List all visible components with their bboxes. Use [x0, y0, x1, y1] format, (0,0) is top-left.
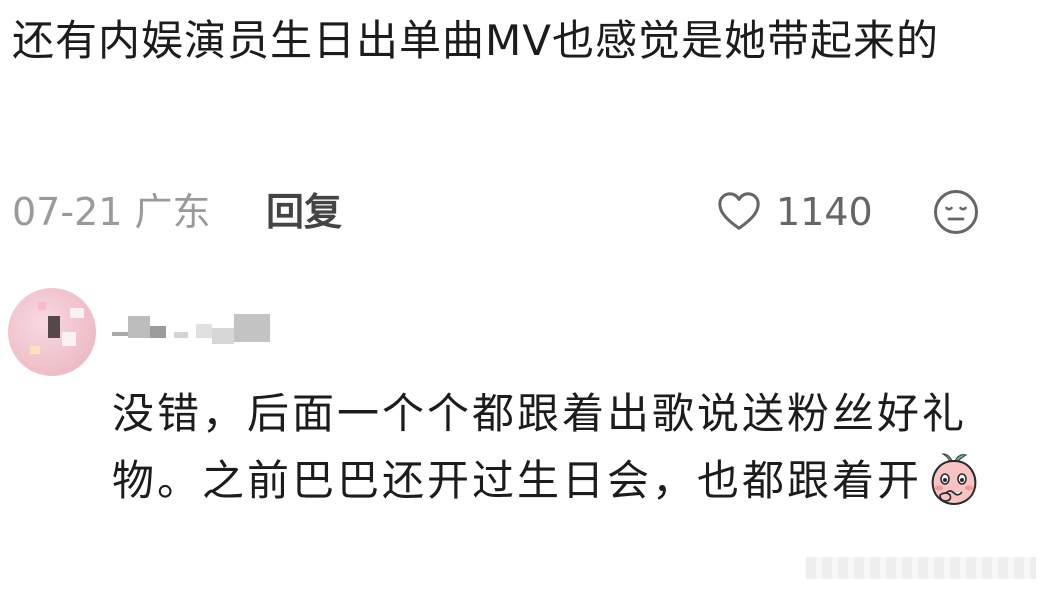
reply: 没错，后面一个个都跟着出歌说送粉丝好礼物。之前巴巴还开过生日会，也都跟着开 — [112, 380, 1012, 514]
neutral-face-icon[interactable] — [932, 188, 980, 236]
heart-outline-icon — [718, 192, 760, 230]
comment: 还有内娱演员生日出单曲MV也感觉是她带起来的 — [12, 14, 1012, 68]
comment-text: 还有内娱演员生日出单曲MV也感觉是她带起来的 — [12, 16, 939, 65]
user-avatar[interactable] — [8, 288, 96, 376]
reply-username-redacted[interactable] — [112, 312, 282, 346]
comment-meta-row: 07-21 广东 回复 1140 — [12, 186, 1042, 238]
shy-peach-emoji — [931, 453, 977, 506]
like-count: 1140 — [776, 190, 873, 234]
reply-text-container: 没错，后面一个个都跟着出歌说送粉丝好礼物。之前巴巴还开过生日会，也都跟着开 — [112, 380, 1012, 514]
comment-date-location: 07-21 广东 — [12, 190, 211, 234]
like-button[interactable]: 1140 — [716, 186, 873, 238]
reply-text: 没错，后面一个个都跟着出歌说送粉丝好礼物。之前巴巴还开过生日会，也都跟着开 — [112, 389, 968, 505]
reply-button[interactable]: 回复 — [266, 186, 342, 238]
watermark — [806, 557, 1036, 579]
